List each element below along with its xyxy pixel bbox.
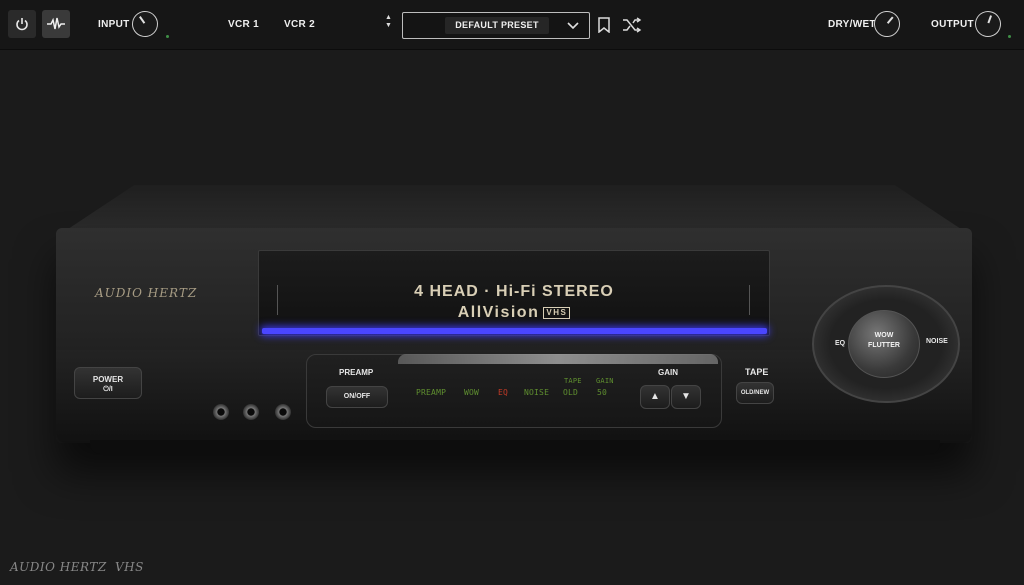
display-wow: WOW xyxy=(464,388,480,397)
footer-brand: AUDIO HERTZ VHS xyxy=(10,560,144,574)
ring-center-line2: FLUTTER xyxy=(868,342,900,349)
footer-product-name: VHS xyxy=(115,560,144,574)
display-preamp: PREAMP xyxy=(416,388,447,397)
gain-label: GAIN xyxy=(658,368,678,377)
preset-selector[interactable]: DEFAULT PRESET xyxy=(402,12,590,39)
output-knob[interactable] xyxy=(971,7,1005,41)
display-tape-title: TAPE xyxy=(564,377,582,385)
vcr-top-panel xyxy=(62,185,967,233)
chevron-down-icon xyxy=(567,22,579,30)
output-indicator xyxy=(1008,35,1011,38)
display-eq: EQ xyxy=(498,388,509,397)
footer-brand-name: AUDIO HERTZ xyxy=(10,560,107,574)
waveform-icon xyxy=(47,17,65,30)
jack-1 xyxy=(213,404,229,420)
jack-2 xyxy=(243,404,259,420)
input-label: INPUT xyxy=(98,19,130,30)
ring-center-line1: WOW xyxy=(874,332,894,339)
preset-stepper-icon[interactable]: ▲ ▼ xyxy=(385,14,392,30)
preamp-label: PREAMP xyxy=(339,368,374,377)
vcr-base xyxy=(90,440,940,454)
allvision-text: AllVision xyxy=(457,304,540,321)
drywet-label: DRY/WET xyxy=(828,19,876,30)
drywet-knob[interactable] xyxy=(868,5,906,43)
vcr1-tab[interactable]: VCR 1 xyxy=(228,19,259,30)
display-gain-title: GAIN xyxy=(596,377,614,385)
gain-up-button[interactable]: ▲ xyxy=(640,385,670,409)
gain-down-button[interactable]: ▼ xyxy=(671,385,701,409)
ring-eq-label[interactable]: EQ xyxy=(835,340,845,347)
jack-3 xyxy=(275,404,291,420)
output-label: OUTPUT xyxy=(931,19,974,30)
vcr2-tab[interactable]: VCR 2 xyxy=(284,19,315,30)
preset-name: DEFAULT PRESET xyxy=(445,17,549,34)
shuffle-icon[interactable] xyxy=(622,17,642,33)
slot-guide-right xyxy=(749,285,750,315)
display-gain-value: 50 xyxy=(597,388,608,397)
input-indicator xyxy=(166,35,169,38)
tape-slot-title: 4 HEAD · Hi-Fi STEREO xyxy=(414,283,614,300)
power-icon xyxy=(16,18,28,31)
display-noise: NOISE xyxy=(524,388,550,397)
vhs-badge: VHS xyxy=(543,306,571,319)
vcr-power-sub: ⏻/I xyxy=(103,386,113,393)
tape-oldnew-button[interactable]: OLD/NEW xyxy=(736,382,774,404)
input-knob[interactable] xyxy=(126,5,164,43)
power-button[interactable] xyxy=(8,10,36,38)
tape-slot-subtitle: AllVision VHS xyxy=(300,304,728,322)
tape-label: TAPE xyxy=(745,367,769,377)
ring-noise-label[interactable]: NOISE xyxy=(926,338,948,345)
tape-slot-light xyxy=(262,328,767,334)
vcr-power-button[interactable]: POWER ⏻/I xyxy=(74,367,142,399)
top-toolbar: INPUT VCR 1 VCR 2 ▲ ▼ DEFAULT PRESET DRY/… xyxy=(0,0,1024,50)
slot-guide-left xyxy=(277,285,278,315)
vcr-power-label: POWER xyxy=(92,375,124,384)
display-tape-value: OLD xyxy=(563,388,579,397)
vcr-brand-logo: AUDIO HERTZ xyxy=(95,286,198,300)
waveform-button[interactable] xyxy=(42,10,70,38)
panel-chrome-strip xyxy=(398,354,718,364)
bookmark-icon[interactable] xyxy=(598,17,610,33)
preamp-onoff-button[interactable]: ON/OFF xyxy=(326,386,388,408)
